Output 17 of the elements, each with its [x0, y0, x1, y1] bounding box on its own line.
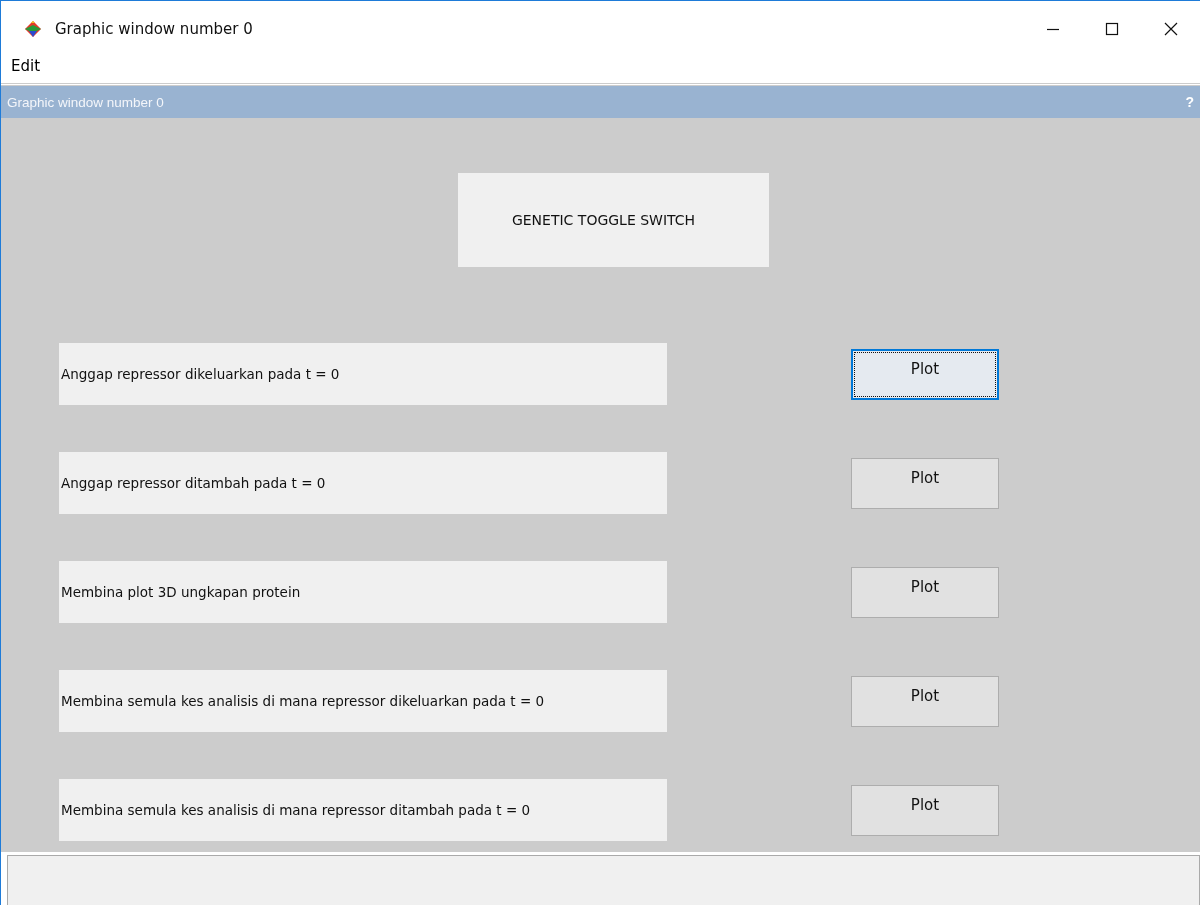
close-icon[interactable] — [1163, 21, 1179, 37]
window-title: Graphic window number 0 — [55, 20, 253, 38]
plot-button[interactable]: Plot — [851, 676, 999, 727]
menu-item[interactable]: Edit — [11, 57, 41, 75]
text-label: Anggap repressor ditambah pada t = 0 — [59, 452, 667, 514]
text-label: Membina semula kes analisis di mana repressor dikeluarkan pada t = 0 — [59, 670, 667, 732]
maximize-icon[interactable] — [1104, 21, 1120, 37]
app-icon — [23, 19, 43, 39]
plot-button[interactable]: Plot — [851, 458, 999, 509]
text-label: Anggap repressor dikeluarkan pada t = 0 — [59, 343, 667, 405]
plot-button[interactable]: Plot — [851, 567, 999, 618]
text-label: Membina plot 3D ungkapan protein — [59, 561, 667, 623]
text-label: Membina semula kes analisis di mana repressor ditambah pada t = 0 — [59, 779, 667, 841]
plot-button[interactable]: Plot — [851, 349, 999, 400]
figure-title: Graphic window number 0 — [7, 94, 164, 110]
heading-label: GENETIC TOGGLE SWITCH — [458, 173, 769, 267]
plot-button[interactable]: Plot — [851, 785, 999, 836]
